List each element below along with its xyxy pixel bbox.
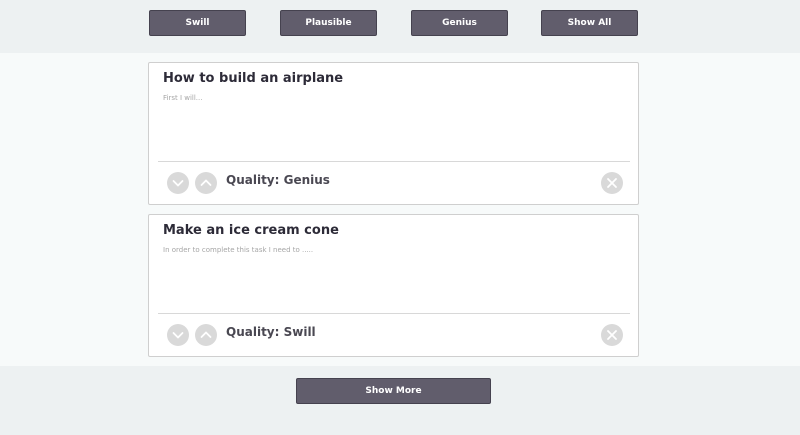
idea-body[interactable]: First I will... (163, 94, 603, 102)
upvote-button[interactable] (195, 324, 217, 346)
downvote-button[interactable] (167, 324, 189, 346)
quality-label: Quality: Genius (226, 173, 330, 187)
show-all-button[interactable]: Show All (541, 10, 638, 36)
close-icon (607, 178, 617, 188)
footer-bar: Show More (0, 366, 800, 435)
chevron-up-icon (200, 179, 212, 186)
idea-card: Make an ice cream cone In order to compl… (148, 214, 639, 357)
filter-swill-button[interactable]: Swill (149, 10, 246, 36)
filter-bar: Swill Plausible Genius Show All (0, 0, 800, 53)
delete-button[interactable] (601, 324, 623, 346)
close-icon (607, 330, 617, 340)
idea-body[interactable]: In order to complete this task I need to… (163, 246, 603, 254)
chevron-up-icon (200, 331, 212, 338)
card-divider (158, 161, 630, 162)
chevron-down-icon (172, 332, 184, 339)
filter-genius-button[interactable]: Genius (411, 10, 508, 36)
delete-button[interactable] (601, 172, 623, 194)
idea-list: How to build an airplane First I will...… (0, 53, 800, 366)
idea-title[interactable]: Make an ice cream cone (163, 223, 603, 238)
downvote-button[interactable] (167, 172, 189, 194)
idea-card: How to build an airplane First I will...… (148, 62, 639, 205)
card-divider (158, 313, 630, 314)
filter-plausible-button[interactable]: Plausible (280, 10, 377, 36)
show-more-button[interactable]: Show More (296, 378, 491, 404)
idea-title[interactable]: How to build an airplane (163, 71, 603, 86)
chevron-down-icon (172, 180, 184, 187)
upvote-button[interactable] (195, 172, 217, 194)
quality-label: Quality: Swill (226, 325, 316, 339)
